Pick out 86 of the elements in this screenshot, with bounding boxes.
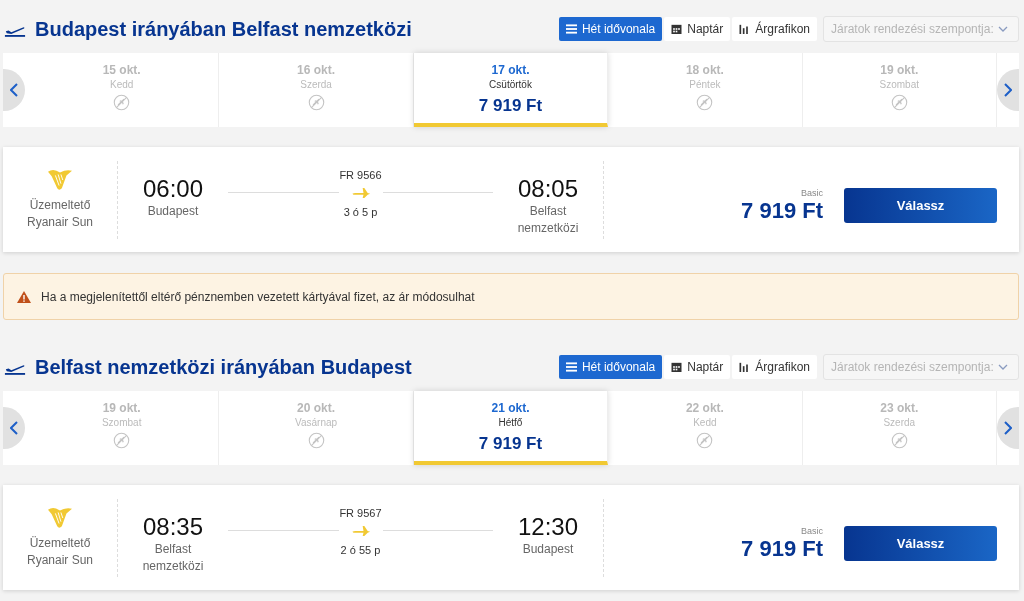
view-tab[interactable]: Naptár (664, 355, 731, 379)
chevron-right-icon (1004, 421, 1012, 435)
plane-icon (350, 525, 371, 536)
route-title: Budapest irányában Belfast nemzetközi (35, 17, 413, 41)
menu-icon (565, 362, 577, 372)
view-tab[interactable]: Árgrafikon (732, 17, 817, 41)
day-price: 7 919 Ft (478, 434, 543, 454)
no-flight-icon (307, 94, 325, 111)
no-flight-icon (307, 432, 325, 449)
previous-button[interactable] (3, 407, 25, 449)
departure-city: Budapest (146, 202, 200, 220)
departure-city: Belfast nemzetközi (141, 540, 205, 575)
no-flight-icon (696, 94, 714, 111)
day-price: 7 919 Ft (478, 96, 543, 116)
date-label: 20 okt. (297, 401, 336, 415)
chevron-left-icon (10, 83, 18, 97)
view-tab[interactable]: Hét idővonala (558, 17, 663, 41)
bar-chart-icon (739, 362, 751, 372)
arrival-city: Budapest (521, 540, 575, 558)
flight-number: FR 9566 (339, 168, 382, 181)
chevron-down-icon (997, 26, 1008, 32)
route-title: Belfast nemzetközi irányában Budapest (35, 355, 413, 379)
date-label: 16 okt. (297, 63, 336, 77)
select-button[interactable]: Válassz (844, 188, 997, 223)
no-flight-icon (696, 432, 714, 449)
departure-time: 08:35 (142, 512, 204, 541)
fare-type: Basic (801, 187, 823, 198)
operator-name: Ryanair Sun (26, 552, 93, 569)
operator-label: Üzemeltető (29, 197, 91, 214)
next-button[interactable] (997, 69, 1019, 111)
date-label: 17 okt. (491, 63, 530, 77)
no-flight-icon (890, 432, 908, 449)
select-button[interactable]: Válassz (844, 526, 997, 561)
date-label: 19 okt. (102, 401, 141, 415)
weekday-label: Szombat (879, 79, 919, 90)
arrival-time: 08:05 (517, 174, 579, 203)
date-label: 18 okt. (685, 63, 724, 77)
next-button[interactable] (997, 407, 1019, 449)
view-tab[interactable]: Hét idővonala (558, 355, 663, 379)
chevron-down-icon (997, 364, 1008, 370)
flight-price: 7 919 Ft (741, 197, 823, 224)
date-label: 22 okt. (685, 401, 724, 415)
weekday-label: Szerda (883, 417, 916, 428)
chevron-left-icon (10, 421, 18, 435)
sort-placeholder: Járatok rendezési szempontja: (831, 22, 994, 36)
operator-label: Üzemeltető (29, 535, 91, 552)
arrival-time: 12:30 (517, 512, 579, 541)
previous-button[interactable] (3, 69, 25, 111)
flight-number: FR 9567 (339, 506, 382, 519)
harp-logo-icon (46, 168, 74, 192)
weekday-label: Péntek (689, 79, 721, 90)
bar-chart-icon (739, 24, 751, 34)
harp-logo-icon (46, 506, 74, 530)
no-flight-icon (890, 94, 908, 111)
plane-icon (350, 187, 371, 198)
weekday-label: Hétfő (498, 417, 523, 428)
no-flight-icon (113, 432, 131, 449)
weekday-label: Szombat (101, 417, 142, 428)
fare-type: Basic (801, 525, 823, 536)
departure-time: 06:00 (142, 174, 204, 203)
flight-price: 7 919 Ft (741, 535, 823, 562)
date-label: 21 okt. (491, 401, 530, 415)
view-tab[interactable]: Árgrafikon (732, 355, 817, 379)
menu-icon (565, 24, 577, 34)
weekday-label: Kedd (110, 79, 134, 90)
weekday-label: Kedd (693, 417, 717, 428)
weekday-label: Csütörtök (489, 79, 532, 90)
view-tab[interactable]: Naptár (664, 17, 731, 41)
date-card[interactable]: 17 okt. Csütörtök 7 919 Ft (413, 53, 609, 127)
arrival-city: Belfast nemzetközi (516, 202, 580, 237)
weekday-label: Szerda (300, 79, 332, 90)
date-label: 19 okt. (880, 63, 919, 77)
calendar-icon (671, 362, 683, 372)
date-label: 15 okt. (102, 63, 141, 77)
warning-icon (17, 290, 31, 303)
no-flight-icon (113, 94, 131, 111)
date-card[interactable]: 21 okt. Hétfő 7 919 Ft (413, 391, 609, 465)
operator-name: Ryanair Sun (26, 214, 93, 231)
weekday-label: Vasárnap (295, 417, 338, 428)
warning-text: Ha a megjelenítettől eltérő pénznemben vezetett kártyával fizet, az ár módosulhat (41, 289, 475, 304)
chevron-right-icon (1004, 83, 1012, 97)
flight-duration: 2 ó 55 p (340, 543, 381, 556)
date-label: 23 okt. (880, 401, 919, 415)
sort-placeholder: Járatok rendezési szempontja: (831, 360, 994, 374)
calendar-icon (671, 24, 683, 34)
flight-duration: 3 ó 5 p (343, 205, 378, 218)
